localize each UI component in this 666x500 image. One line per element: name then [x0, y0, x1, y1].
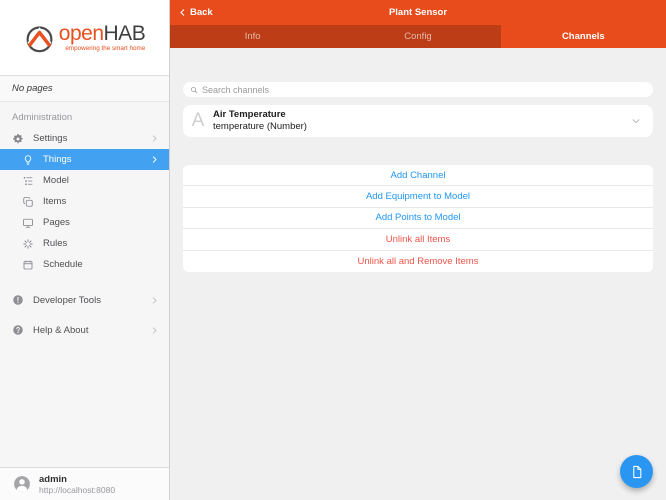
administration-label: Administration [12, 112, 73, 123]
sparkle-icon [22, 238, 35, 250]
sidebar-item-model[interactable]: Model [0, 170, 169, 191]
sidebar-item-settings[interactable]: Settings [0, 128, 169, 149]
code-view-fab[interactable] [620, 455, 653, 488]
sidebar-item-things[interactable]: Things [0, 149, 169, 170]
user-account[interactable]: admin http://localhost:8080 [0, 467, 169, 500]
chevron-left-icon [180, 9, 185, 16]
back-button[interactable]: Back [170, 7, 213, 18]
tab-bar: Info Config Channels [170, 25, 666, 48]
unlink-all-and-remove-items-button[interactable]: Unlink all and Remove Items [183, 250, 653, 272]
openhab-logo: openHAB empowering the smart home [0, 0, 169, 75]
sidebar-item-label: Pages [43, 217, 70, 228]
document-icon [632, 465, 641, 478]
sidebar-item-help-about[interactable]: Help & About [0, 315, 169, 345]
chevron-right-icon [150, 134, 159, 143]
sidebar-item-label: Help & About [33, 324, 89, 336]
sidebar-item-label: Developer Tools [33, 294, 101, 306]
page-title: Plant Sensor [388, 7, 448, 18]
actions-list: Add Channel Add Equipment to Model Add P… [183, 165, 653, 272]
add-channel-button[interactable]: Add Channel [183, 165, 653, 187]
channel-text: Air Temperature temperature (Number) [213, 109, 307, 133]
channel-row-air-temperature[interactable]: A Air Temperature temperature (Number) [183, 105, 653, 137]
exclamation-circle-icon [12, 294, 25, 306]
search-input[interactable] [202, 84, 646, 95]
sidebar-item-label: Model [43, 175, 69, 186]
chevron-down-icon [631, 116, 641, 126]
tab-info[interactable]: Info [170, 25, 335, 48]
search-icon [191, 86, 198, 93]
tree-list-icon [22, 175, 35, 187]
add-points-to-model-button[interactable]: Add Points to Model [183, 207, 653, 230]
add-equipment-to-model-button[interactable]: Add Equipment to Model [183, 186, 653, 208]
sidebar-item-label: Rules [43, 238, 68, 249]
sidebar-item-schedule[interactable]: Schedule [0, 254, 169, 275]
channel-letter-badge: A [191, 110, 205, 131]
tab-config[interactable]: Config [335, 25, 500, 48]
chevron-right-icon [150, 296, 159, 305]
channel-subtitle: temperature (Number) [213, 121, 307, 132]
navbar: Back Plant Sensor [170, 0, 666, 25]
user-name: admin [39, 473, 67, 485]
sidebar-item-label: Schedule [43, 259, 83, 270]
avatar [14, 476, 30, 492]
openhab-logo-mark [26, 26, 53, 53]
lightbulb-icon [22, 154, 35, 166]
sidebar: openHAB empowering the smart home No pag… [0, 0, 170, 500]
chevron-right-icon [150, 326, 159, 335]
unlink-all-items-button[interactable]: Unlink all Items [183, 229, 653, 251]
sidebar-item-label: Things [43, 154, 72, 165]
channel-title: Air Temperature [213, 109, 286, 120]
calendar-icon [22, 259, 35, 271]
sidebar-item-label: Settings [33, 133, 68, 144]
copy-icon [22, 196, 35, 208]
chevron-right-icon [150, 155, 159, 164]
brand-open: open [58, 22, 104, 45]
brand-text: openHAB empowering the smart home [58, 22, 146, 52]
back-label: Back [190, 7, 213, 18]
gear-icon [12, 133, 25, 145]
channels-panel: A Air Temperature temperature (Number) A… [170, 48, 666, 500]
brand-hab: HAB [103, 22, 146, 45]
search-bar [183, 82, 653, 97]
tab-channels[interactable]: Channels [500, 25, 666, 48]
server-url: http://localhost:8080 [39, 484, 116, 495]
no-pages-label: No pages [0, 75, 169, 102]
sidebar-item-label: Items [43, 196, 67, 207]
sidebar-item-rules[interactable]: Rules [0, 233, 169, 254]
sidebar-item-developer-tools[interactable]: Developer Tools [0, 285, 169, 315]
brand-tagline: empowering the smart home [65, 45, 146, 52]
monitor-icon [22, 217, 35, 229]
sidebar-item-items[interactable]: Items [0, 191, 169, 212]
user-info: admin http://localhost:8080 [39, 474, 115, 495]
sidebar-item-pages[interactable]: Pages [0, 212, 169, 233]
question-circle-icon [12, 324, 25, 336]
